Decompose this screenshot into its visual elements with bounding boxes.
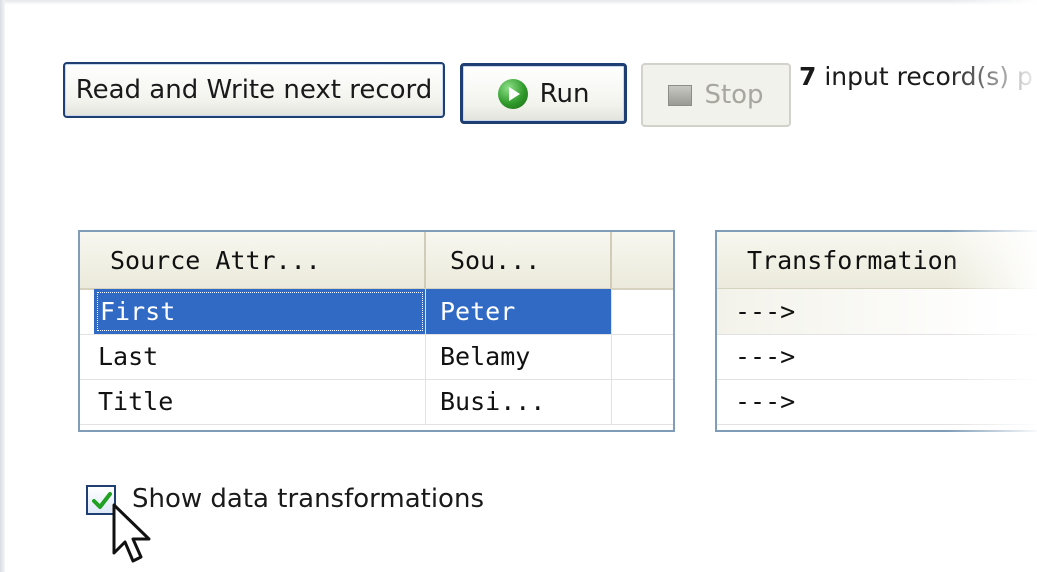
transformation-debug-panel: Read and Write next record Run Stop 7 in… (0, 0, 1037, 572)
stop-square-icon (668, 84, 693, 106)
read-write-next-record-label: Read and Write next record (75, 75, 433, 105)
transformation-arrow-cell: ---> (735, 297, 796, 326)
record-count-status: 7 input record(s) p (799, 62, 1033, 91)
mouse-pointer-icon (112, 503, 151, 563)
row-value-cell[interactable]: Busi... (426, 379, 612, 424)
record-count: 7 (799, 62, 817, 91)
read-write-next-record-button[interactable]: Read and Write next record (63, 62, 445, 118)
column-header-source-attribute[interactable]: Source Attr... (80, 232, 426, 288)
row-attr-cell[interactable]: Title (80, 379, 426, 424)
table-row[interactable]: Title Busi... (80, 379, 673, 425)
transformation-grid[interactable]: Transformation ---> ---> ---> (715, 230, 1037, 432)
row-value-cell[interactable]: Peter (426, 289, 612, 334)
table-row[interactable]: Last Belamy (80, 334, 673, 380)
source-grid-header: Source Attr... Sou... (80, 232, 673, 290)
run-label: Run (539, 78, 590, 109)
source-attributes-grid[interactable]: Source Attr... Sou... First Peter Last B… (78, 230, 675, 432)
transformation-grid-header: Transformation (717, 232, 1037, 290)
transformation-arrow-cell: ---> (735, 387, 796, 416)
table-row[interactable]: ---> (717, 334, 1037, 380)
row-attr-cell[interactable]: Last (80, 334, 426, 379)
play-circle-icon (497, 78, 528, 109)
window-left-edge (0, 0, 5, 572)
record-count-text: input record(s) p (816, 62, 1033, 91)
stop-label: Stop (704, 80, 764, 110)
column-header-source-value[interactable]: Sou... (426, 232, 612, 288)
table-row[interactable]: ---> (717, 379, 1037, 425)
table-row[interactable]: ---> (717, 289, 1037, 335)
transformation-arrow-cell: ---> (735, 342, 796, 371)
window-top-edge (0, 0, 1037, 5)
column-header-transformation[interactable]: Transformation (717, 232, 1037, 288)
row-attr-cell[interactable]: First (94, 289, 426, 334)
stop-button[interactable]: Stop (641, 63, 791, 127)
table-row[interactable]: First Peter (80, 289, 673, 335)
show-transformations-label[interactable]: Show data transformations (132, 484, 484, 514)
run-button[interactable]: Run (460, 63, 627, 124)
row-value-cell[interactable]: Belamy (426, 334, 612, 379)
